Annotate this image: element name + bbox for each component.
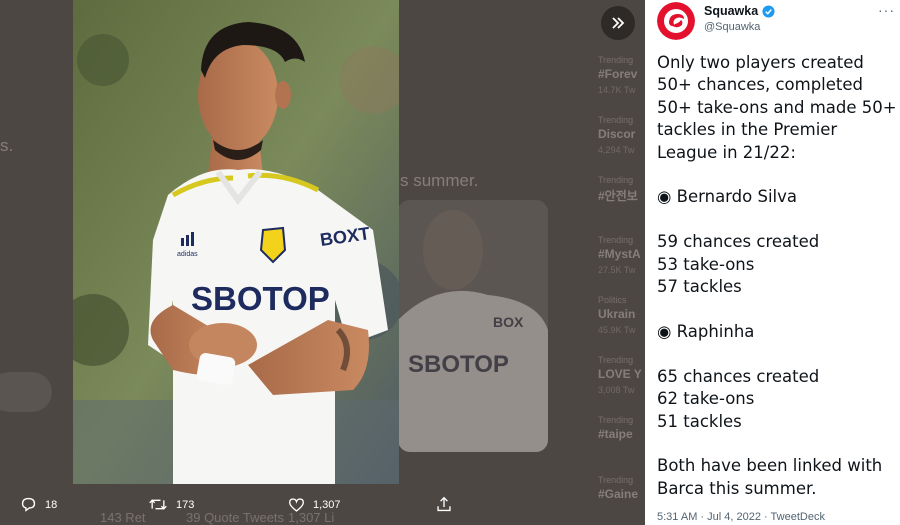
trend-item: Trending #안전보: [598, 175, 638, 203]
verified-badge-icon: [762, 4, 775, 18]
reply-icon: [21, 497, 36, 512]
svg-text:SBOTOP: SBOTOP: [408, 351, 509, 378]
trend-item: Trending Discor 4,294 Tw: [598, 115, 636, 155]
share-button[interactable]: [436, 484, 452, 525]
tweet-media-image[interactable]: adidas SBOTOP BOXT: [73, 0, 399, 484]
trend-item: Trending #taipe: [598, 415, 634, 441]
reply-count: 18: [45, 498, 58, 511]
reply-button[interactable]: 18: [20, 484, 57, 525]
background-text-fragment: s summer.: [400, 171, 479, 190]
display-name[interactable]: Squawka: [704, 4, 775, 18]
heart-icon: [289, 497, 304, 512]
retweet-count: 173: [176, 498, 195, 511]
like-count: 1,307: [313, 498, 341, 511]
background-text-fragment: s.: [0, 136, 14, 155]
retweet-button[interactable]: 173: [148, 484, 194, 525]
tweet-action-bar: 18 173 1,307: [0, 484, 645, 525]
retweet-icon: [149, 499, 167, 510]
trend-item: Politics Ukrain 45.9K Tw: [598, 295, 636, 335]
avatar[interactable]: [657, 2, 695, 40]
tweet-timestamp[interactable]: 5:31 AM · Jul 4, 2022 · TweetDeck: [657, 511, 825, 523]
more-options-button[interactable]: ···: [878, 2, 895, 18]
like-button[interactable]: 1,307: [288, 484, 341, 525]
tweet-text: Only two players created 50+ chances, co…: [657, 53, 897, 498]
trend-item: Trending #Forev 14.7K Tw: [598, 55, 638, 95]
svg-text:adidas: adidas: [177, 251, 198, 258]
collapse-panel-button[interactable]: [601, 6, 635, 40]
share-icon: [437, 496, 451, 512]
user-handle[interactable]: @Squawka: [704, 21, 760, 33]
background-trends: Trending #Forev 14.7K Tw Trending Discor…: [598, 55, 645, 525]
tweet-detail-panel: Squawka @Squawka ··· Only two players cr…: [645, 0, 900, 525]
background-button: [0, 372, 52, 412]
shirt-sponsor-text: SBOTOP: [191, 280, 330, 317]
background-media-thumbnail: SBOTOP BOX: [398, 200, 548, 452]
trend-item: Trending #MystA 27.5K Tw: [598, 235, 641, 275]
chevrons-right-icon: [612, 17, 625, 29]
trend-item: Trending LOVE Y 3,008 Tw: [598, 355, 642, 395]
svg-text:BOX: BOX: [493, 314, 524, 330]
